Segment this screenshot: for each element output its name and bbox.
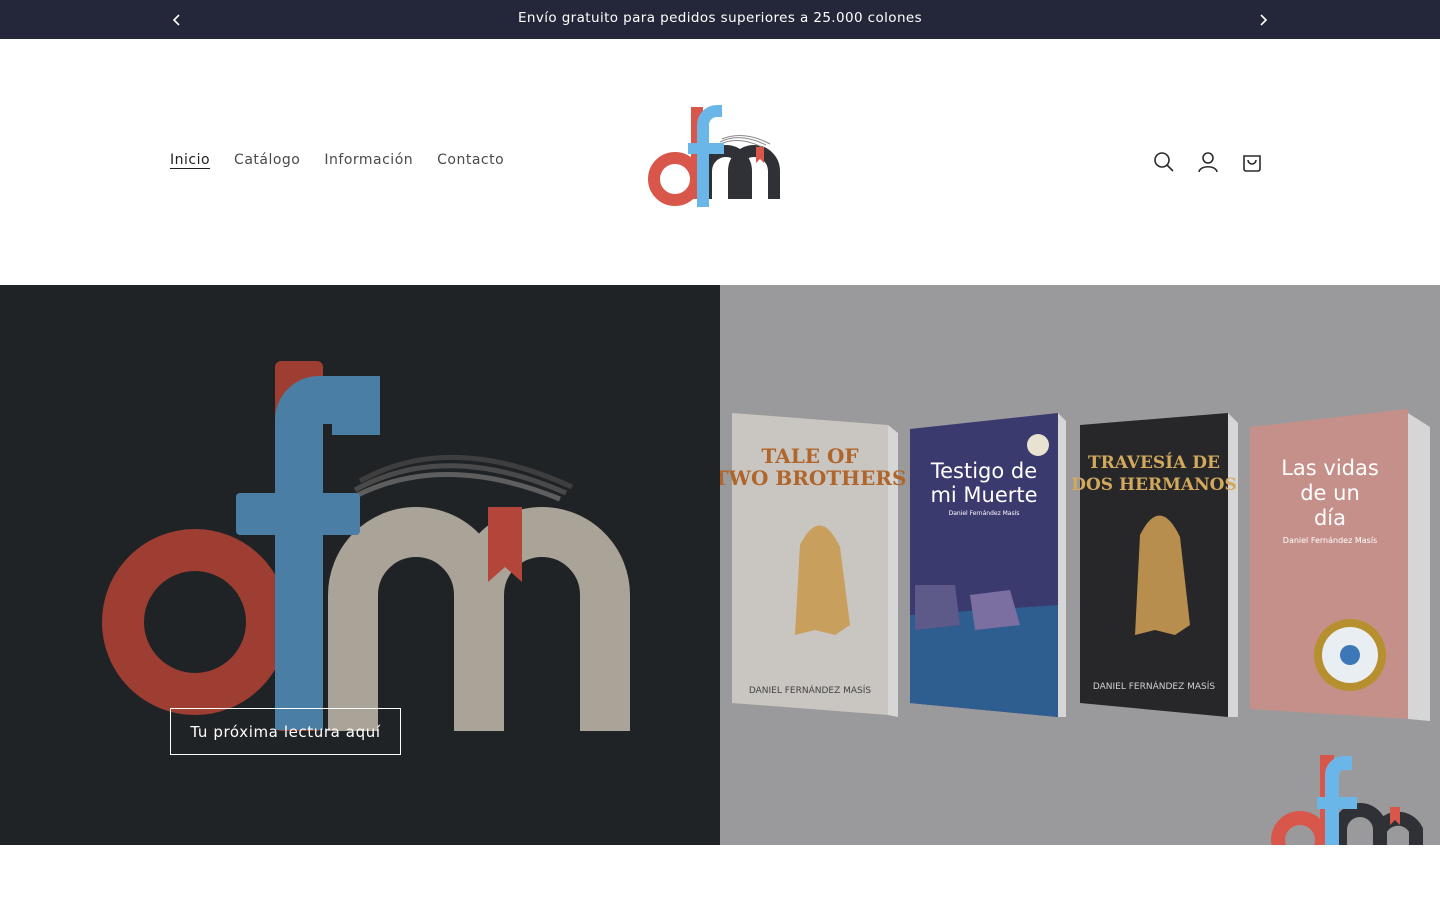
hero-banner: Tu próxima lectura aquí TALE OF TWO BROT… bbox=[0, 285, 1440, 845]
cart-button[interactable] bbox=[1237, 147, 1267, 177]
announcement-text: Envío gratuito para pedidos superiores a… bbox=[517, 10, 923, 26]
svg-text:Las vidas: Las vidas bbox=[1281, 456, 1379, 480]
search-button[interactable] bbox=[1149, 147, 1179, 177]
svg-text:de un: de un bbox=[1300, 481, 1360, 505]
next-announcement-button[interactable] bbox=[1253, 10, 1273, 30]
svg-text:TALE OF: TALE OF bbox=[761, 444, 858, 468]
svg-text:Daniel Fernández Masís: Daniel Fernández Masís bbox=[1283, 536, 1377, 545]
book-cover-tale-of-two-brothers: TALE OF TWO BROTHERS DANIEL FERNÁNDEZ MA… bbox=[720, 413, 906, 717]
book-cover-travesia-de-dos-hermanos: TRAVESÍA DE DOS HERMANOS DANIEL FERNÁNDE… bbox=[1071, 413, 1238, 717]
dfm-logo[interactable] bbox=[648, 105, 788, 211]
svg-text:mi Muerte: mi Muerte bbox=[930, 483, 1037, 507]
svg-text:TRAVESÍA DE: TRAVESÍA DE bbox=[1088, 452, 1220, 473]
svg-text:día: día bbox=[1314, 506, 1346, 530]
svg-text:TWO BROTHERS: TWO BROTHERS bbox=[720, 466, 906, 490]
nav-item-catalogo[interactable]: Catálogo bbox=[234, 152, 300, 168]
search-icon bbox=[1154, 152, 1174, 172]
chevron-right-icon bbox=[1260, 14, 1268, 26]
book-covers-image: TALE OF TWO BROTHERS DANIEL FERNÁNDEZ MA… bbox=[720, 409, 1430, 845]
nav-item-informacion[interactable]: Información bbox=[324, 152, 413, 168]
account-button[interactable] bbox=[1193, 147, 1223, 177]
announcement-bar: Envío gratuito para pedidos superiores a… bbox=[0, 0, 1440, 39]
book-cover-testigo-de-mi-muerte: Testigo de mi Muerte Daniel Fernández Ma… bbox=[910, 413, 1066, 717]
svg-text:DANIEL FERNÁNDEZ MASÍS: DANIEL FERNÁNDEZ MASÍS bbox=[1093, 680, 1216, 692]
svg-text:DANIEL FERNÁNDEZ MASÍS: DANIEL FERNÁNDEZ MASÍS bbox=[749, 684, 872, 696]
cart-icon bbox=[1243, 155, 1261, 172]
dfm-logo-large bbox=[102, 361, 630, 731]
book-cover-las-vidas-de-un-dia: Las vidas de un día Daniel Fernández Mas… bbox=[1250, 409, 1430, 721]
hero-left-panel: Tu próxima lectura aquí bbox=[0, 285, 720, 845]
svg-text:DOS HERMANOS: DOS HERMANOS bbox=[1071, 475, 1237, 495]
nav-item-inicio[interactable]: Inicio bbox=[170, 152, 210, 168]
site-header: Inicio Catálogo Información Contacto bbox=[0, 39, 1440, 285]
hero-right-panel: TALE OF TWO BROTHERS DANIEL FERNÁNDEZ MA… bbox=[720, 285, 1440, 845]
main-nav: Inicio Catálogo Información Contacto bbox=[170, 152, 504, 168]
account-icon bbox=[1198, 152, 1218, 173]
svg-text:Daniel Fernández Masís: Daniel Fernández Masís bbox=[949, 510, 1020, 517]
hero-cta-button[interactable]: Tu próxima lectura aquí bbox=[170, 708, 401, 755]
svg-text:Testigo de: Testigo de bbox=[930, 459, 1037, 483]
nav-item-contacto[interactable]: Contacto bbox=[437, 152, 504, 168]
dfm-logo-partial bbox=[1271, 755, 1423, 845]
